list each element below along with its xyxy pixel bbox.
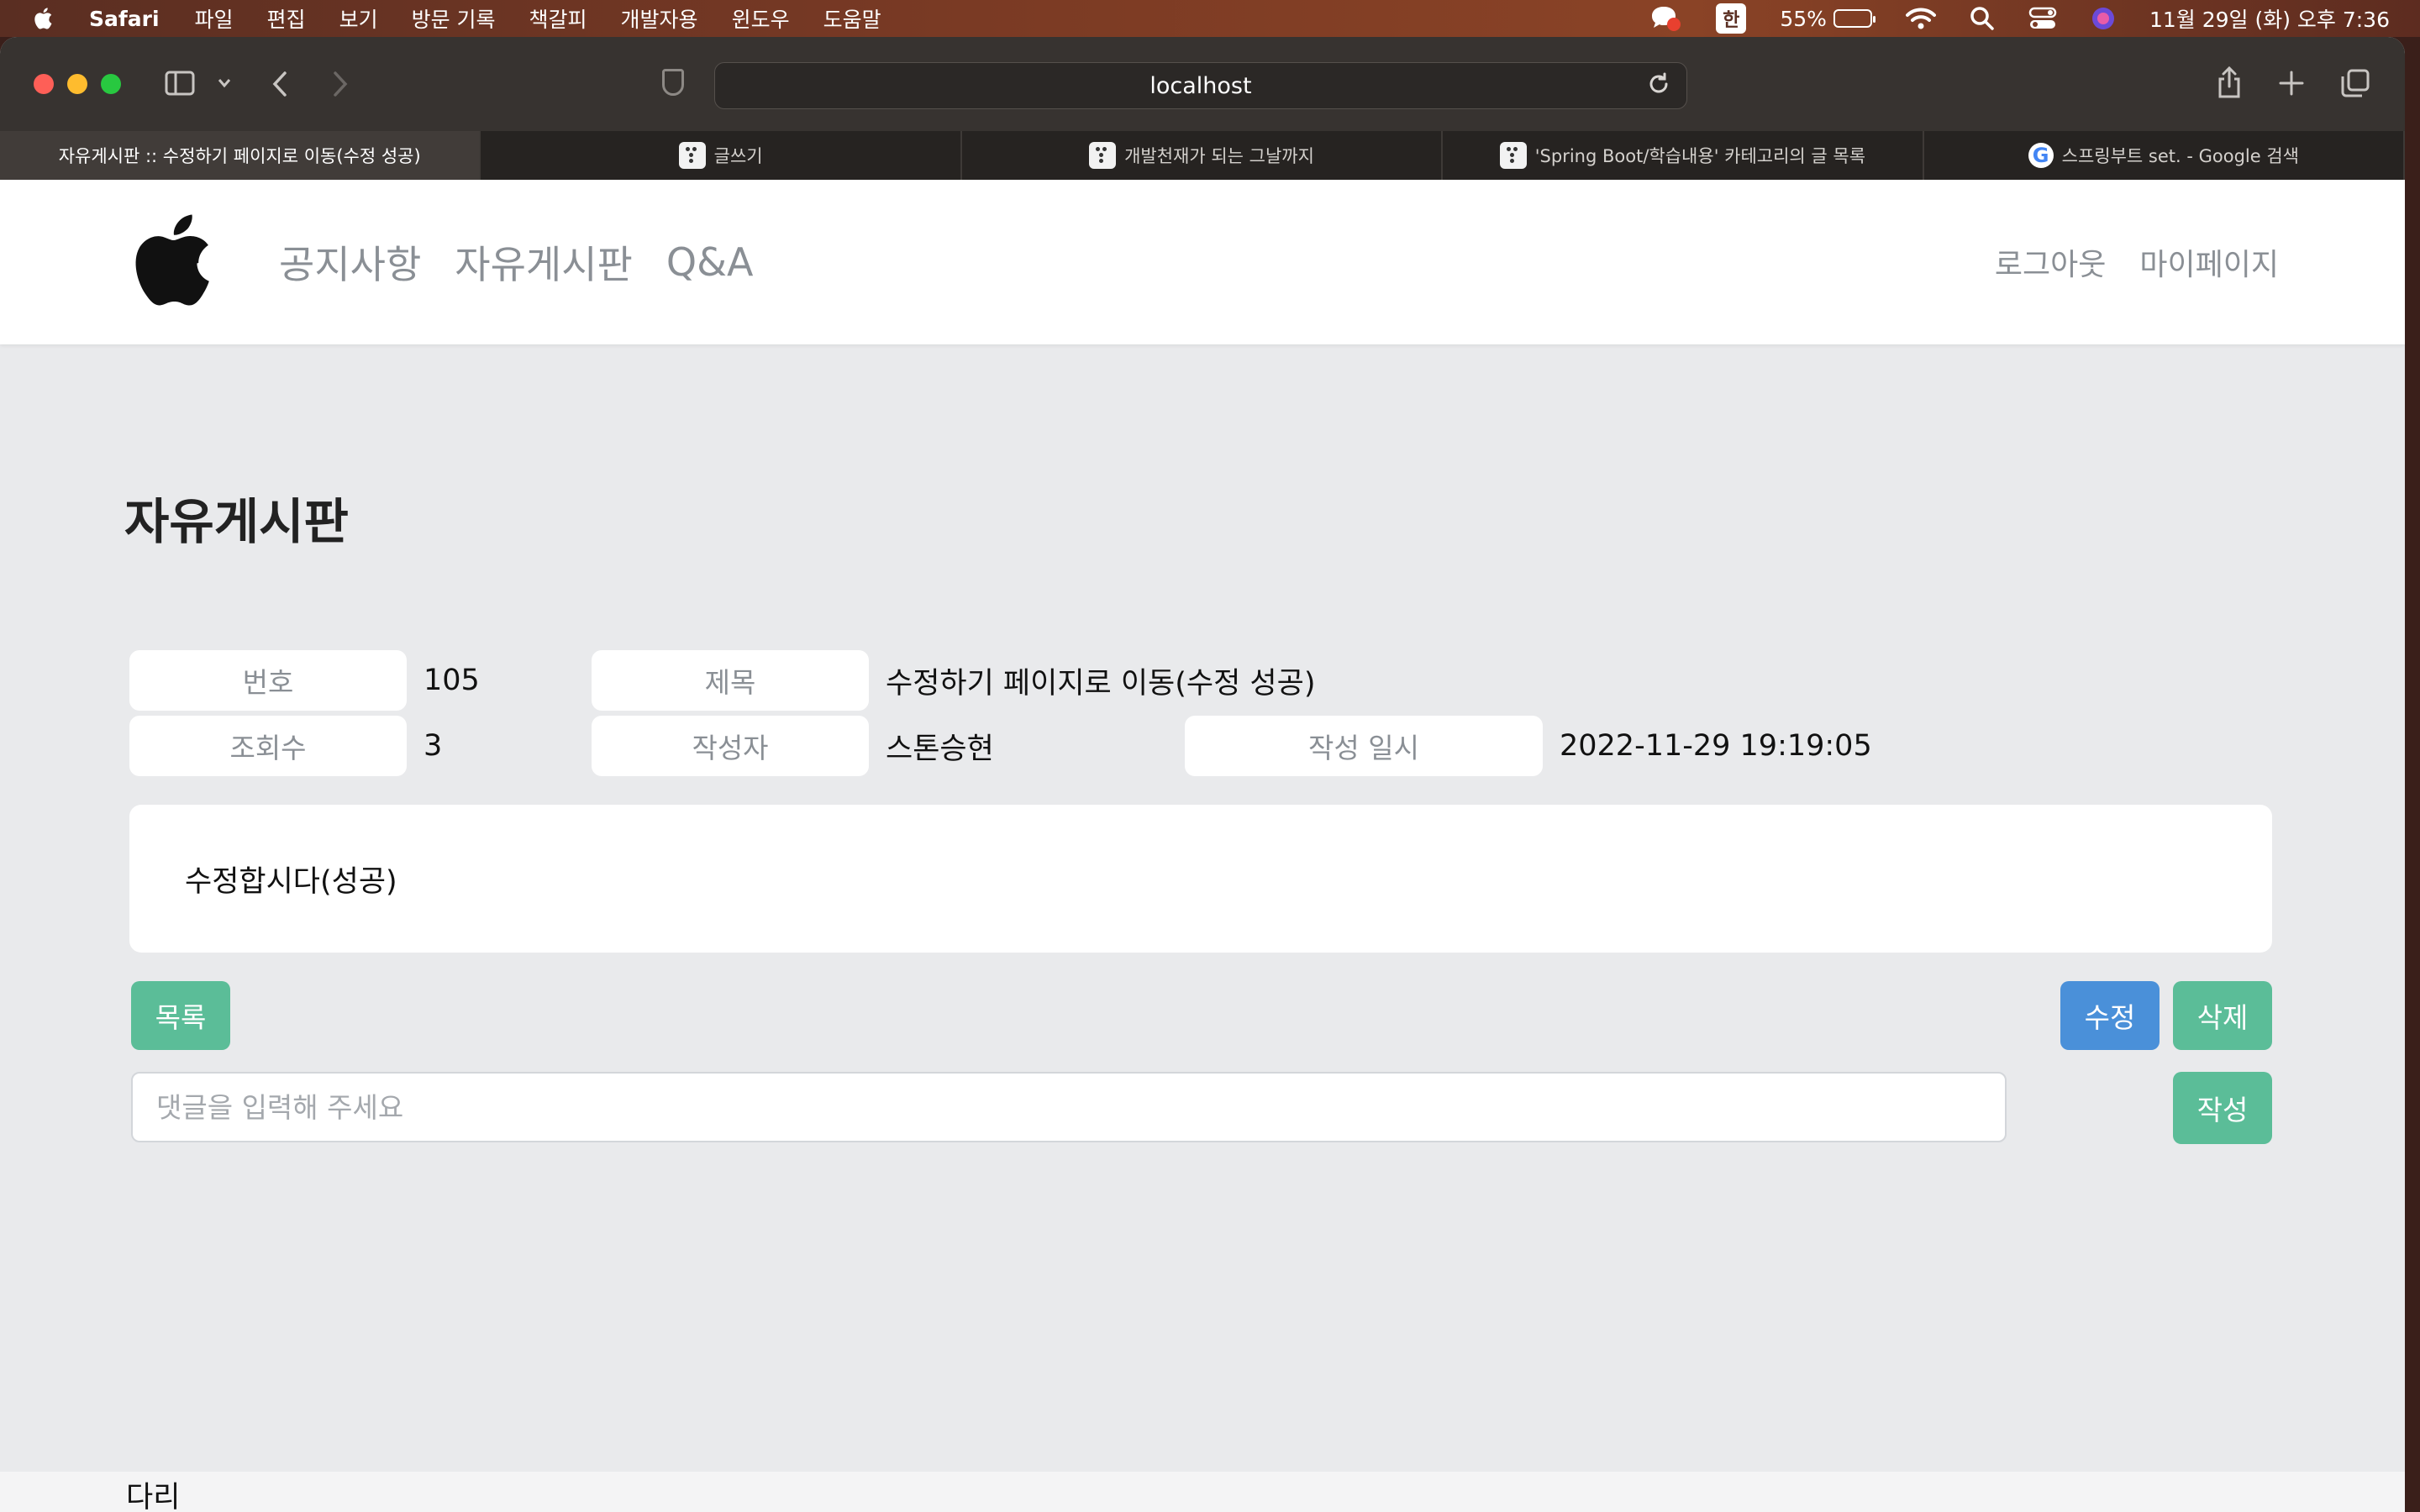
footer: 다리 bbox=[0, 1472, 2405, 1512]
post-content: 수정합시다(성공) bbox=[129, 805, 2272, 953]
date-label: 작성 일시 bbox=[1185, 716, 1543, 776]
site-navbar: 공지사항 자유게시판 Q&A 로그아웃 마이페이지 bbox=[0, 180, 2405, 344]
tab-google-search[interactable]: G 스프링부트 set. - Google 검색 bbox=[1924, 131, 2405, 180]
tistory-icon bbox=[1499, 142, 1527, 169]
tab-title: 'Spring Boot/학습내용' 카테고리의 글 목록 bbox=[1534, 146, 1866, 166]
siri-icon[interactable] bbox=[2091, 6, 2116, 31]
menu-file[interactable]: 파일 bbox=[195, 3, 234, 34]
author-value: 스톤승현 bbox=[886, 732, 994, 766]
nav-logout[interactable]: 로그아웃 bbox=[1995, 240, 2106, 284]
browser-toolbar: localhost bbox=[0, 37, 2405, 131]
privacy-shield-icon[interactable] bbox=[662, 69, 684, 96]
menu-develop[interactable]: 개발자용 bbox=[621, 3, 698, 34]
menu-view[interactable]: 보기 bbox=[339, 3, 378, 34]
menu-edit[interactable]: 편집 bbox=[267, 3, 306, 34]
number-label: 번호 bbox=[129, 650, 407, 711]
nav-mypage[interactable]: 마이페이지 bbox=[2139, 240, 2279, 284]
control-center-icon[interactable] bbox=[2028, 7, 2057, 30]
sidebar-toggle-icon[interactable] bbox=[165, 71, 195, 96]
number-value: 105 bbox=[424, 664, 480, 697]
wifi-icon[interactable] bbox=[1905, 7, 1936, 30]
apple-menu-icon[interactable] bbox=[32, 6, 57, 31]
comment-input[interactable] bbox=[131, 1072, 2007, 1142]
author-label: 작성자 bbox=[592, 716, 869, 776]
tab-blog-home[interactable]: 개발천재가 되는 그날까지 bbox=[962, 131, 1444, 180]
tab-overview-icon[interactable] bbox=[2341, 69, 2370, 97]
tab-write[interactable]: 글쓰기 bbox=[481, 131, 962, 180]
close-window-button[interactable] bbox=[34, 74, 54, 94]
battery-status[interactable]: 55% bbox=[1780, 6, 1876, 31]
tab-title: 글쓰기 bbox=[713, 146, 763, 166]
title-label: 제목 bbox=[592, 650, 869, 711]
forward-icon[interactable] bbox=[331, 71, 350, 97]
battery-percent: 55% bbox=[1780, 6, 1827, 31]
nav-notice[interactable]: 공지사항 bbox=[279, 234, 421, 290]
tistory-icon bbox=[1089, 142, 1117, 169]
delete-button[interactable]: 삭제 bbox=[2173, 981, 2272, 1050]
page-title: 자유게시판 bbox=[124, 493, 349, 550]
tab-category-list[interactable]: 'Spring Boot/학습내용' 카테고리의 글 목록 bbox=[1443, 131, 1924, 180]
web-page: 공지사항 자유게시판 Q&A 로그아웃 마이페이지 자유게시판 번호 105 제… bbox=[0, 180, 2405, 1512]
views-value: 3 bbox=[424, 729, 443, 763]
reload-icon[interactable] bbox=[1646, 71, 1671, 97]
google-icon: G bbox=[2028, 143, 2054, 168]
post-meta-row-2: 조회수 3 작성자 스톤승현 작성 일시 2022-11-29 19:19:05 bbox=[129, 716, 1872, 776]
macos-menu-bar: Safari 파일 편집 보기 방문 기록 책갈피 개발자용 윈도우 도움말 한… bbox=[0, 0, 2420, 37]
menu-history[interactable]: 방문 기록 bbox=[412, 3, 496, 34]
minimize-window-button[interactable] bbox=[67, 74, 87, 94]
zoom-window-button[interactable] bbox=[101, 74, 121, 94]
title-value: 수정하기 페이지로 이동(수정 성공) bbox=[886, 666, 1316, 701]
address-text: localhost bbox=[1150, 72, 1252, 99]
tab-board-detail[interactable]: 자유게시판 :: 수정하기 페이지로 이동(수정 성공) bbox=[0, 131, 481, 180]
footer-text: 다리 bbox=[126, 1481, 181, 1512]
menu-clock[interactable]: 11월 29일 (화) 오후 7:36 bbox=[2149, 3, 2390, 34]
post-meta-row-1: 번호 105 제목 수정하기 페이지로 이동(수정 성공) bbox=[129, 650, 1316, 711]
menu-help[interactable]: 도움말 bbox=[823, 3, 881, 34]
address-bar[interactable]: localhost bbox=[714, 62, 1687, 109]
menu-bookmarks[interactable]: 책갈피 bbox=[529, 3, 587, 34]
share-icon[interactable] bbox=[2217, 66, 2242, 99]
spotlight-search-icon[interactable] bbox=[1970, 6, 1995, 31]
input-method-indicator[interactable]: 한 bbox=[1716, 3, 1747, 34]
tab-bar: 자유게시판 :: 수정하기 페이지로 이동(수정 성공) 글쓰기 개발천재가 되… bbox=[0, 131, 2405, 180]
battery-icon bbox=[1833, 9, 1876, 28]
app-name-menu[interactable]: Safari bbox=[89, 7, 160, 31]
date-value: 2022-11-29 19:19:05 bbox=[1560, 729, 1872, 763]
list-button[interactable]: 목록 bbox=[131, 981, 230, 1050]
back-icon[interactable] bbox=[271, 71, 289, 97]
user-nav: 로그아웃 마이페이지 bbox=[1995, 180, 2279, 344]
nav-free-board[interactable]: 자유게시판 bbox=[455, 234, 633, 290]
tab-title: 자유게시판 :: 수정하기 페이지로 이동(수정 성공) bbox=[58, 146, 421, 166]
menu-window[interactable]: 윈도우 bbox=[732, 3, 790, 34]
chat-notification-icon[interactable] bbox=[1649, 4, 1682, 33]
safari-window: localhost 자유게시판 :: 수정하기 페이지로 이동(수정 성공) 글… bbox=[0, 37, 2405, 1512]
main-nav: 공지사항 자유게시판 Q&A bbox=[279, 180, 753, 344]
tab-title: 스프링부트 set. - Google 검색 bbox=[2061, 146, 2299, 166]
new-tab-icon[interactable] bbox=[2279, 71, 2304, 96]
comment-submit-button[interactable]: 작성 bbox=[2173, 1072, 2272, 1144]
views-label: 조회수 bbox=[129, 716, 407, 776]
window-controls bbox=[34, 74, 121, 94]
apple-logo-icon[interactable] bbox=[124, 205, 215, 314]
chevron-down-icon[interactable] bbox=[217, 77, 232, 89]
nav-qna[interactable]: Q&A bbox=[666, 239, 754, 285]
post-content-text: 수정합시다(성공) bbox=[185, 864, 397, 899]
tab-title: 개발천재가 되는 그날까지 bbox=[1124, 146, 1314, 166]
edit-button[interactable]: 수정 bbox=[2060, 981, 2160, 1050]
tistory-icon bbox=[678, 142, 706, 169]
